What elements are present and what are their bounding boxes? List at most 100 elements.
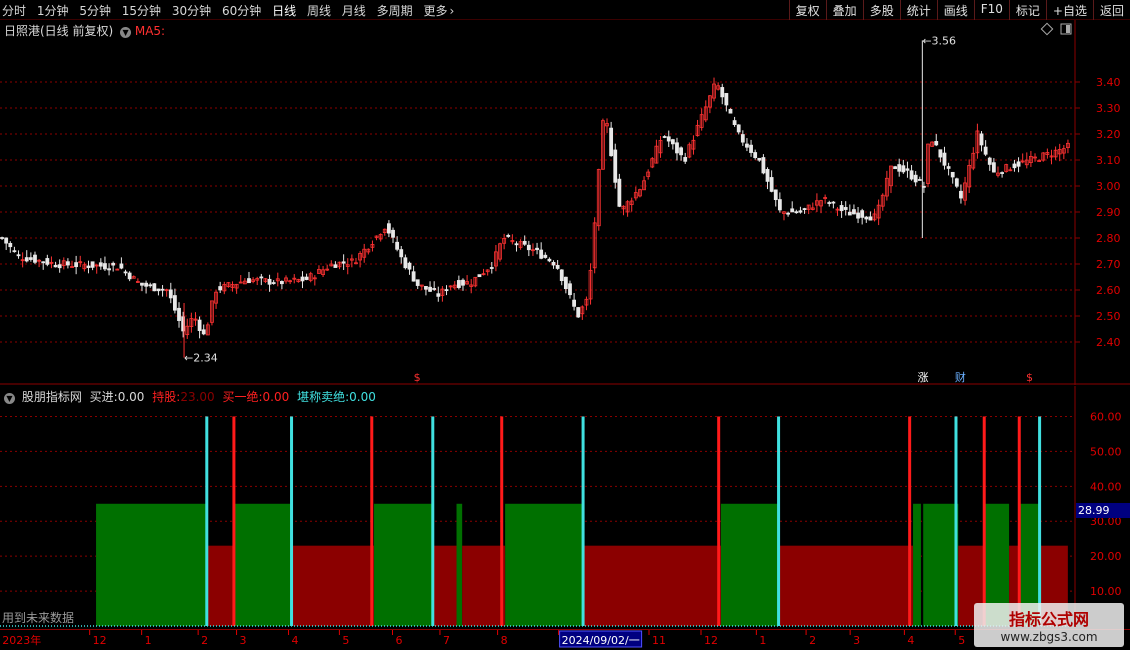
draw-line-button[interactable]: 画线 — [936, 0, 974, 20]
red-hold-bar — [290, 545, 375, 626]
stats-button[interactable]: 统计 — [899, 0, 937, 20]
stock-title: 日照港(日线 前复权) — [4, 24, 114, 38]
tab-weekly[interactable]: 周线 — [307, 2, 331, 19]
back-button[interactable]: 返回 — [1092, 0, 1130, 20]
candle-body — [938, 149, 943, 158]
candle-body — [12, 250, 17, 253]
candle-body — [724, 93, 729, 106]
candle-body — [41, 261, 46, 264]
date-axis-label: 2023年 — [2, 633, 41, 647]
candle-body — [979, 133, 984, 146]
tab-multi-period[interactable]: 多周期 — [377, 2, 413, 19]
diamond-icon[interactable] — [1040, 22, 1054, 36]
green-hold-bar — [374, 503, 433, 626]
candle-body — [280, 281, 284, 285]
hold-label: 持股: — [152, 390, 181, 404]
candle-body — [304, 276, 309, 280]
candle-body — [769, 177, 774, 192]
candle-body — [720, 87, 725, 98]
candle-body — [407, 262, 412, 270]
tab-5min[interactable]: 5分钟 — [79, 2, 111, 19]
candle-body — [300, 276, 305, 282]
candle-body — [794, 211, 799, 214]
indicator-panel[interactable]: 60.00 50.00 40.00 30.00 20.00 10.00 ▼ 股朋指标网 买… — [0, 386, 1130, 628]
tab-1min[interactable]: 1分钟 — [37, 2, 69, 19]
event-marker[interactable]: $ — [414, 371, 421, 384]
tab-15min[interactable]: 15分钟 — [122, 2, 161, 19]
candle-body — [798, 210, 803, 213]
buy-signal-line — [370, 416, 374, 626]
candle-body — [572, 299, 576, 307]
candle-body — [551, 261, 556, 266]
indicator-name: 股朋指标网 — [21, 390, 82, 404]
date-axis-label: 5 — [342, 634, 349, 647]
indicator-tick-label: 50.00 — [1090, 445, 1122, 458]
candle-body — [670, 139, 675, 145]
candle-body — [563, 276, 568, 290]
event-marker[interactable]: 财 — [955, 370, 966, 384]
fuquan-button[interactable]: 复权 — [788, 0, 826, 20]
tab-30min[interactable]: 30分钟 — [172, 2, 211, 19]
mark-button[interactable]: 标记 — [1008, 0, 1046, 20]
candle-body — [909, 170, 914, 180]
candle-body — [753, 152, 758, 159]
candle-body — [893, 166, 897, 170]
indicator-chart[interactable]: 60.0050.0040.0030.0020.0010.00 — [0, 386, 1130, 628]
candle-body — [218, 286, 223, 291]
dropdown-icon[interactable]: ▼ — [4, 393, 15, 404]
candle-body — [514, 243, 519, 246]
candle-body — [790, 208, 795, 213]
low-price-label: ←2.34 — [184, 352, 218, 365]
candle-body — [983, 146, 988, 155]
candle-body — [559, 269, 564, 282]
candle-body — [568, 283, 572, 296]
date-axis-label: 6 — [396, 634, 403, 647]
event-marker[interactable]: 涨 — [918, 371, 929, 384]
multi-stock-button[interactable]: 多股 — [862, 0, 900, 20]
tab-fenshi[interactable]: 分时 — [2, 2, 26, 19]
candle-body — [897, 164, 902, 172]
candle-body — [526, 244, 531, 251]
candle-body — [444, 289, 449, 292]
green-hold-bar — [720, 503, 779, 626]
dropdown-icon[interactable]: ▼ — [120, 27, 132, 38]
date-axis-label: 12 — [93, 634, 107, 647]
candle-body — [864, 216, 869, 220]
candle-body — [959, 190, 963, 199]
buy-signal-line — [717, 416, 721, 626]
add-watchlist-button[interactable]: +自选 — [1045, 0, 1093, 20]
candle-body — [152, 283, 157, 292]
tab-monthly[interactable]: 月线 — [342, 2, 366, 19]
candle-body — [259, 276, 264, 279]
indicator-panel-title: ▼ 股朋指标网 买进:0.00 持股:23.00 买一绝:0.00 堪称卖绝:0… — [4, 388, 376, 405]
kline-panel[interactable]: 3.40 3.30 3.20 3.10 3.00 2.90 2.80 2.70 2.60 2.50… — [0, 20, 1130, 385]
date-axis-label: 8 — [501, 634, 508, 647]
candle-body — [839, 205, 844, 212]
date-axis: 2023年 12 1 2 3 4 5 6 7 8 2024/09/02/一 11 12 1 2 3 4 5 — [0, 629, 1130, 650]
date-axis-label: 7 — [443, 634, 450, 647]
f10-button[interactable]: F10 — [973, 0, 1009, 20]
candle-body — [53, 264, 58, 268]
candle-body — [127, 272, 132, 280]
candle-body — [98, 262, 103, 267]
candle-body — [399, 249, 404, 258]
candle-body — [732, 120, 737, 125]
candle-body — [617, 178, 622, 207]
candle-body — [33, 254, 37, 263]
kline-chart[interactable]: 3.40 3.30 3.20 3.10 3.00 2.90 2.80 2.70 2.60 2.50… — [0, 20, 1130, 385]
candle-body — [197, 319, 202, 331]
red-hold-bar — [432, 545, 457, 626]
watermark-logo: 指标公式网 www.zbgs3.com — [974, 603, 1124, 647]
overlay-button[interactable]: 叠加 — [825, 0, 863, 20]
candle-body — [1016, 161, 1021, 167]
tab-more[interactable]: 更多 › — [423, 2, 461, 19]
period-tabs: 分时 1分钟 5分钟 15分钟 30分钟 60分钟 日线 周线 月线 多周期 更… — [2, 2, 468, 19]
buy-signal-line — [500, 416, 504, 626]
tab-daily[interactable]: 日线 — [272, 2, 296, 19]
event-marker[interactable]: $ — [1026, 371, 1033, 384]
candle-body — [177, 307, 181, 321]
candle-body — [16, 254, 21, 257]
tab-60min[interactable]: 60分钟 — [222, 2, 261, 19]
candle-body — [922, 185, 926, 188]
candle-body — [942, 152, 947, 166]
